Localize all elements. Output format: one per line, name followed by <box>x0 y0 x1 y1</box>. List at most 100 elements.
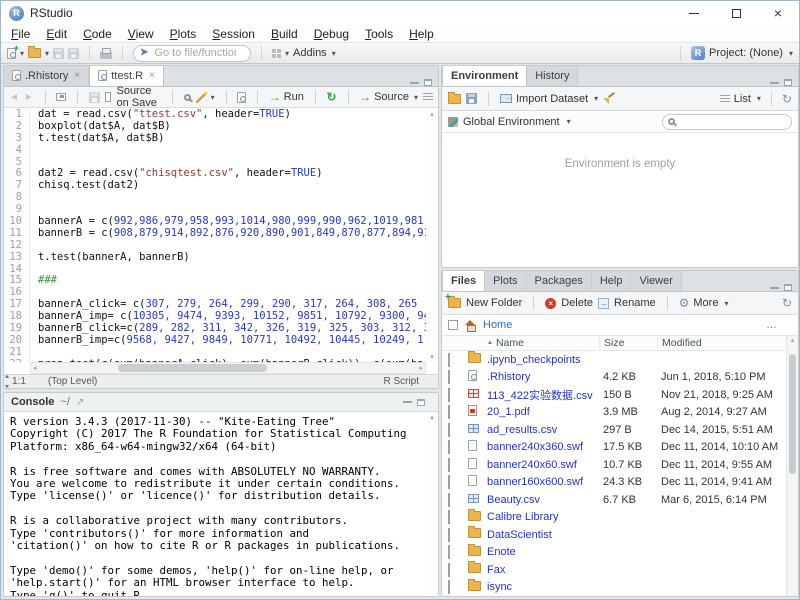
code-tools-button[interactable]: ▾ <box>196 92 215 103</box>
open-file-button[interactable]: ▾ <box>28 48 49 58</box>
maximize-pane-icon[interactable] <box>784 79 792 86</box>
file-name-link[interactable]: 113_422实验数据.csv <box>487 387 599 403</box>
menu-build[interactable]: Build <box>263 26 306 42</box>
save-icon[interactable] <box>89 92 100 103</box>
tab-.rhistory[interactable]: .Rhistory× <box>4 65 89 86</box>
table-row[interactable]: 113_422实验数据.csv150 BNov 21, 2018, 9:25 A… <box>442 386 786 404</box>
select-all-checkbox[interactable] <box>448 320 458 330</box>
more-button[interactable]: ⚙ More ▾ <box>679 297 729 309</box>
close-tab-icon[interactable]: × <box>74 70 80 81</box>
rerun-icon[interactable]: ↻ <box>326 91 336 103</box>
file-checkbox[interactable] <box>448 388 450 402</box>
scroll-left-icon[interactable]: ◂ <box>33 364 37 372</box>
save-all-icon[interactable] <box>68 48 79 59</box>
file-checkbox[interactable] <box>448 458 450 472</box>
refresh-icon[interactable]: ↻ <box>782 297 792 309</box>
list-view-button[interactable]: List <box>734 93 751 105</box>
clear-workspace-icon[interactable] <box>603 93 615 105</box>
file-name-link[interactable]: DataScientist <box>487 529 599 541</box>
menu-edit[interactable]: Edit <box>38 26 75 42</box>
project-selector[interactable]: R Project: (None) ▾ <box>691 46 793 60</box>
tab-environment[interactable]: Environment <box>442 65 527 86</box>
file-name-link[interactable]: Fax <box>487 564 599 576</box>
load-workspace-icon[interactable] <box>448 94 461 104</box>
tab-help[interactable]: Help <box>592 270 632 291</box>
column-name[interactable]: ▲ Name <box>487 337 599 349</box>
scroll-up-icon[interactable]: ▴ <box>430 110 434 118</box>
table-row[interactable]: .Rhistory4.2 KBJun 1, 2018, 5:10 PM <box>442 369 786 387</box>
scrollbar-thumb[interactable] <box>789 354 796 474</box>
open-in-new-window-icon[interactable]: ↗ <box>76 397 84 408</box>
editor-horizontal-scrollbar[interactable]: ◂ ▸ <box>30 362 426 374</box>
minimize-pane-icon[interactable] <box>410 82 419 84</box>
table-row[interactable]: banner240x60.swf10.7 KBDec 11, 2014, 9:5… <box>442 456 786 474</box>
file-name-link[interactable]: Beauty.csv <box>487 494 599 506</box>
new-file-button[interactable]: ▾ <box>7 48 24 59</box>
menu-help[interactable]: Help <box>401 26 442 42</box>
menu-plots[interactable]: Plots <box>162 26 205 42</box>
file-checkbox[interactable] <box>448 370 450 384</box>
file-checkbox[interactable] <box>448 353 450 367</box>
maximize-pane-icon[interactable] <box>424 79 432 86</box>
table-row[interactable]: 20_1.pdf3.9 MBAug 2, 2014, 9:27 AM <box>442 404 786 422</box>
maximize-pane-icon[interactable] <box>417 399 425 406</box>
delete-button[interactable]: × Delete <box>545 297 593 309</box>
file-checkbox[interactable] <box>448 405 450 419</box>
addins-button[interactable]: Addins▾ <box>293 47 336 59</box>
file-checkbox[interactable] <box>448 545 450 559</box>
files-scrollbar[interactable]: ▴ <box>786 336 798 596</box>
path-overflow-button[interactable]: … <box>766 319 792 331</box>
scroll-down-icon[interactable]: ▾ <box>430 353 434 361</box>
file-name-link[interactable]: .Rhistory <box>487 371 599 383</box>
print-icon[interactable] <box>100 52 112 59</box>
tab-viewer[interactable]: Viewer <box>631 270 681 291</box>
close-button[interactable]: × <box>757 1 799 25</box>
new-folder-button[interactable]: New Folder <box>448 297 522 309</box>
scope-selector[interactable]: (Top Level) <box>48 376 97 387</box>
console-scrollbar[interactable]: ▴ <box>426 413 438 596</box>
table-row[interactable]: banner160x600.swf24.3 KBDec 11, 2014, 9:… <box>442 474 786 492</box>
go-to-file-input[interactable] <box>152 46 238 60</box>
environment-search[interactable] <box>662 114 792 130</box>
table-row[interactable]: Beauty.csv6.7 KBMar 6, 2015, 6:14 PM <box>442 491 786 509</box>
scrollbar-thumb[interactable] <box>118 364 268 372</box>
maximize-button[interactable] <box>715 1 757 25</box>
menu-file[interactable]: File <box>3 26 38 42</box>
pane-layout-button[interactable]: ▾ <box>272 49 289 58</box>
table-row[interactable]: Enote <box>442 544 786 562</box>
table-row[interactable]: .ipynb_checkpoints <box>442 351 786 369</box>
file-checkbox[interactable] <box>448 510 450 524</box>
menu-code[interactable]: Code <box>75 26 120 42</box>
table-row[interactable]: Fax <box>442 561 786 579</box>
compile-report-icon[interactable] <box>237 92 246 103</box>
table-row[interactable]: ad_results.csv297 BDec 14, 2015, 5:51 AM <box>442 421 786 439</box>
file-name-link[interactable]: Calibre Library <box>487 511 599 523</box>
table-row[interactable]: Calibre Library <box>442 509 786 527</box>
file-name-link[interactable]: Enote <box>487 546 599 558</box>
tab-files[interactable]: Files <box>442 270 485 291</box>
file-checkbox[interactable] <box>448 563 450 577</box>
file-name-link[interactable]: banner240x360.swf <box>487 441 599 453</box>
table-row[interactable]: banner240x360.swf17.5 KBDec 11, 2014, 10… <box>442 439 786 457</box>
file-checkbox[interactable] <box>448 440 450 454</box>
file-checkbox[interactable] <box>448 493 450 507</box>
document-outline-icon[interactable] <box>423 93 433 102</box>
file-name-link[interactable]: isync <box>487 581 599 593</box>
menu-debug[interactable]: Debug <box>306 26 357 42</box>
file-name-link[interactable]: banner240x60.swf <box>487 459 599 471</box>
find-replace-icon[interactable] <box>184 94 191 101</box>
column-size[interactable]: Size <box>599 337 657 349</box>
file-name-link[interactable]: .ipynb_checkpoints <box>487 354 599 366</box>
file-checkbox[interactable] <box>448 475 450 489</box>
tab-plots[interactable]: Plots <box>485 270 526 291</box>
menu-session[interactable]: Session <box>204 26 263 42</box>
environment-search-input[interactable] <box>679 115 779 128</box>
back-icon[interactable]: ◄ <box>9 92 19 103</box>
menu-tools[interactable]: Tools <box>357 26 401 42</box>
table-row[interactable]: DataScientist <box>442 526 786 544</box>
save-icon[interactable] <box>53 48 64 59</box>
code-editor[interactable]: 1dat = read.csv("ttest.csv", header=TRUE… <box>4 109 426 362</box>
file-name-link[interactable]: 20_1.pdf <box>487 406 599 418</box>
run-button[interactable]: → Run <box>269 91 304 103</box>
save-workspace-icon[interactable] <box>466 93 477 104</box>
